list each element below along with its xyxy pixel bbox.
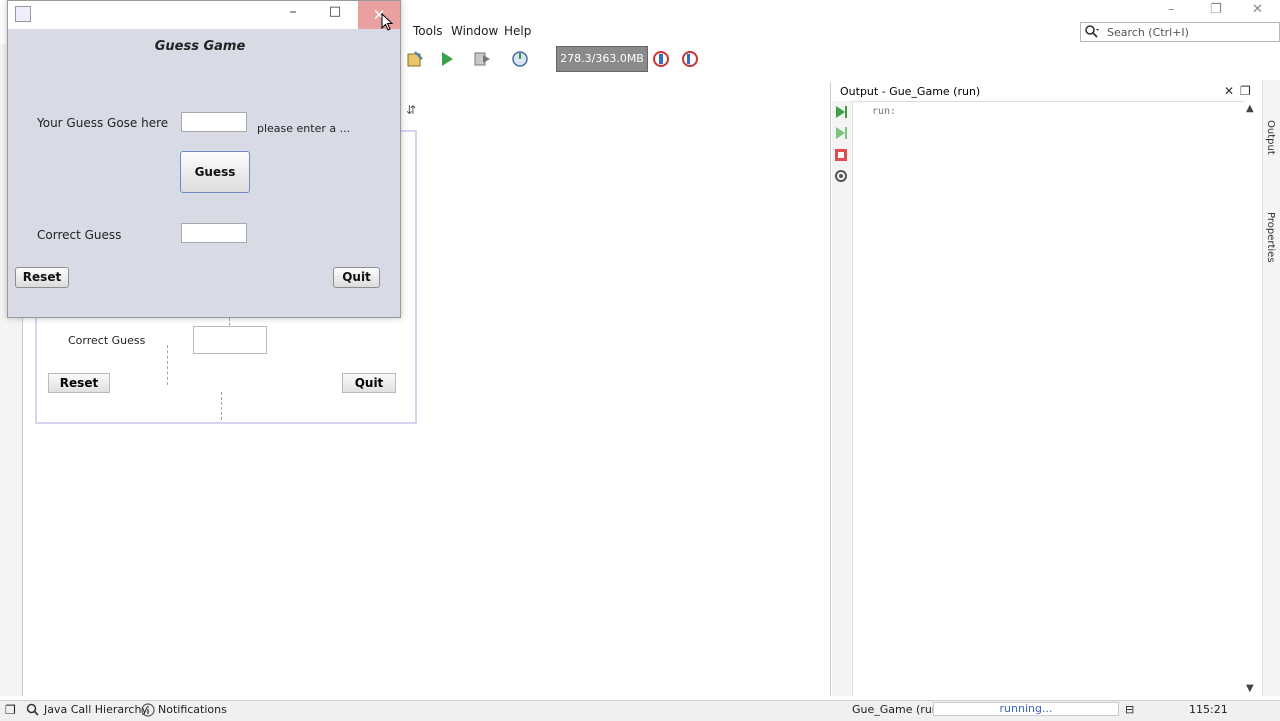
ide-toolbar [400,44,1280,74]
ide-close-icon[interactable]: ✕ [1252,2,1263,17]
correct-guess-field [181,223,247,243]
mouse-cursor-icon [381,13,393,31]
designer-quit-button[interactable]: Quit [342,373,396,393]
gc-icon[interactable] [651,49,671,69]
scroll-down-icon[interactable]: ▼ [1246,683,1254,694]
debug-icon[interactable] [472,49,492,69]
designer-correct-guess-field[interactable] [193,326,267,354]
scroll-up-icon[interactable]: ▲ [1246,103,1254,114]
guess-input[interactable] [181,112,247,132]
settings-icon[interactable] [833,168,849,184]
designer-guide [167,345,168,385]
minimize-button[interactable]: – [284,4,302,24]
guess-button[interactable]: Guess [180,151,250,193]
ide-minimize-icon[interactable]: – [1168,2,1175,17]
ide-search-input[interactable]: Search (Ctrl+I) [1080,22,1280,42]
status-task-name: Gue_Game (run) [852,703,944,716]
rerun-icon[interactable] [833,104,849,120]
properties-side-tab[interactable]: Properties [1265,212,1276,263]
designer-correct-guess-label: Correct Guess [68,334,146,347]
status-restore-icon[interactable]: ❐ [5,703,16,717]
output-scrollbar[interactable] [1244,101,1258,696]
game-title: Guess Game [154,39,246,54]
output-title[interactable]: Output - Gue_Game (run) [840,85,980,98]
menu-tools[interactable]: Tools [413,24,443,38]
ide-restore-icon[interactable]: ❐ [1210,2,1222,17]
reset-button[interactable]: Reset [15,267,69,288]
java-call-hierarchy-tab[interactable]: Java Call Hierarchy [44,703,148,716]
output-close-icon[interactable]: ✕ [1224,84,1234,98]
guess-hint: please enter a ... [257,122,351,135]
java-call-hierarchy-icon [26,703,39,716]
profile-icon[interactable] [510,49,530,69]
designer-guide [221,392,222,420]
output-side-tab[interactable]: Output [1265,120,1276,155]
task-progress-bar: running... [933,702,1119,716]
editor-tabbar [400,100,828,123]
rerun-with-options-icon[interactable] [833,125,849,141]
designer-reset-button[interactable]: Reset [48,373,110,393]
java-app-icon [15,6,31,22]
notifications-icon [141,703,155,717]
quit-button[interactable]: Quit [333,267,380,288]
output-side-toolbar [832,101,853,696]
stop-icon[interactable] [833,147,849,163]
output-text: run: [872,106,897,117]
clean-build-icon[interactable] [405,49,425,69]
profiler-snapshot-icon[interactable] [680,49,700,69]
caret-position: 115:21 [1189,703,1228,716]
output-restore-icon[interactable]: ❐ [1240,84,1251,98]
run-icon[interactable] [437,49,457,69]
memory-indicator[interactable]: 278.3/363.0MB [556,46,648,72]
guess-label: Your Guess Gose here [37,116,169,130]
correct-guess-label: Correct Guess [37,228,122,242]
close-button[interactable]: ✕ [358,1,400,29]
notifications-tab[interactable]: Notifications [158,703,227,716]
search-icon [1085,25,1099,38]
cancel-task-icon[interactable]: ⊟ [1125,703,1134,716]
maximize-button[interactable]: □ [326,4,344,24]
right-side-panel-strip [1262,80,1280,696]
menu-help[interactable]: Help [504,24,531,38]
menu-window[interactable]: Window [451,24,498,38]
designer-anchor-icon[interactable]: ⇵ [406,103,416,117]
output-pane [830,82,1259,696]
